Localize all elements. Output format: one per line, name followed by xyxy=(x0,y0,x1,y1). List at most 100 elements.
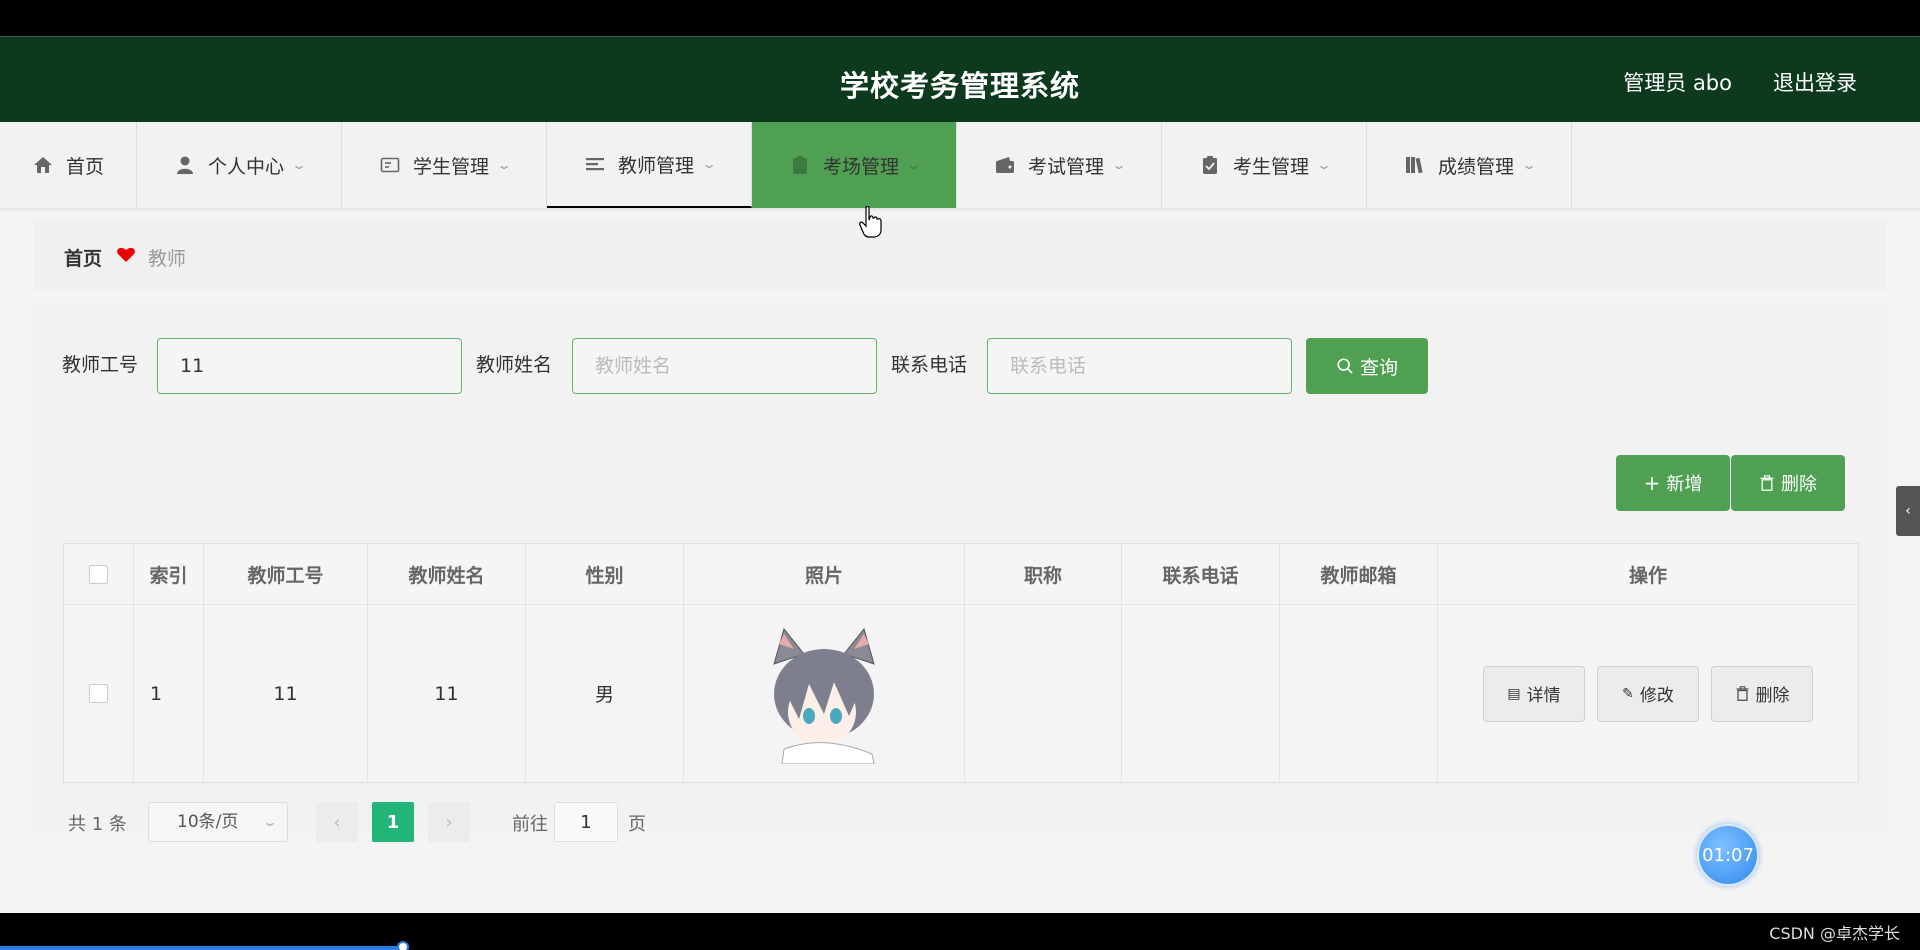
phone-cell xyxy=(1122,605,1280,782)
photo-cell xyxy=(684,605,965,782)
page-number-button[interactable]: 1 xyxy=(372,802,414,842)
nav-label: 学生管理 xyxy=(412,155,489,178)
detail-button[interactable]: ▤ 详情 xyxy=(1483,665,1585,722)
nav-item-exam-management[interactable]: 考试管理 ⌄ xyxy=(957,122,1162,208)
nav-label: 个人中心 xyxy=(207,155,284,178)
chevron-down-icon: ⌄ xyxy=(905,158,923,172)
id-card-icon xyxy=(380,157,400,173)
books-icon xyxy=(1405,157,1423,174)
add-button[interactable]: + 新增 xyxy=(1616,455,1730,511)
video-progress-bar[interactable] xyxy=(0,946,404,950)
query-label: 查询 xyxy=(1359,356,1398,379)
phone-label: 联系电话 xyxy=(891,354,968,376)
trash-icon xyxy=(1736,686,1748,701)
heart-icon xyxy=(117,247,135,262)
side-collapse-tab[interactable]: ‹ xyxy=(1896,486,1920,536)
nav-label: 教师管理 xyxy=(617,154,694,177)
select-all-cell xyxy=(64,544,134,604)
teacher-name-label: 教师姓名 xyxy=(476,354,553,376)
column-header: 照片 xyxy=(684,544,965,604)
video-progress-handle[interactable] xyxy=(397,941,410,950)
edit-label: 修改 xyxy=(1639,686,1674,706)
nav-label: 首页 xyxy=(65,155,104,178)
teacher-name-cell: 11 xyxy=(368,605,526,782)
nav-item-student-management[interactable]: 学生管理 ⌄ xyxy=(342,122,547,208)
nav-item-score-management[interactable]: 成绩管理 ⌄ xyxy=(1367,122,1572,208)
row-select-cell xyxy=(64,605,134,782)
column-header: 教师邮箱 xyxy=(1280,544,1438,604)
table-row: 1 11 11 男 ▤ 详情 ✎ 修改 删除 xyxy=(64,605,1858,782)
app-screen: 学校考务管理系统 管理员 abo 退出登录 首页 个人中心 ⌄ 学生管理 ⌄ 教… xyxy=(0,36,1920,913)
chevron-right-icon: › xyxy=(445,811,453,833)
index-cell: 1 xyxy=(134,605,204,782)
column-header: 操作 xyxy=(1628,564,1667,587)
prev-page-button[interactable]: ‹ xyxy=(316,802,358,842)
column-header: 索引 xyxy=(134,544,204,604)
title-cell xyxy=(965,605,1122,782)
page-size-select[interactable]: 10条/页 ⌄ xyxy=(148,802,288,842)
teacher-id-input[interactable] xyxy=(157,338,462,394)
add-label: 新增 xyxy=(1666,474,1703,495)
checklist-icon xyxy=(1202,156,1217,174)
teacher-photo xyxy=(754,623,894,764)
column-header: 教师姓名 xyxy=(368,544,526,604)
logout-link[interactable]: 退出登录 xyxy=(1773,67,1857,97)
content-panel: 教师工号 教师姓名 联系电话 查询 + 新增 删除 索引 教师工号 教师姓名 性… xyxy=(34,302,1886,832)
breadcrumb-home[interactable]: 首页 xyxy=(64,244,102,271)
document-icon: ▤ xyxy=(1507,685,1521,702)
chevron-down-icon: ⌄ xyxy=(261,815,279,829)
nav-item-personal-center[interactable]: 个人中心 ⌄ xyxy=(137,122,342,208)
chevron-down-icon: ⌄ xyxy=(1520,158,1538,172)
gender-cell: 男 xyxy=(526,605,684,782)
select-all-checkbox[interactable] xyxy=(89,564,108,584)
search-icon xyxy=(1337,358,1353,374)
chevron-left-icon: ‹ xyxy=(333,811,341,833)
teacher-name-input[interactable] xyxy=(572,338,877,394)
main-nav: 首页 个人中心 ⌄ 学生管理 ⌄ 教师管理 ⌄ 考场管理 ⌄ 考试管理 ⌄ 考生… xyxy=(0,122,1920,208)
list-icon xyxy=(585,158,604,171)
goto-page-input[interactable] xyxy=(554,802,618,842)
email-cell xyxy=(1280,605,1438,782)
teacher-table: 索引 教师工号 教师姓名 性别 照片 职称 联系电话 教师邮箱 操作 1 11 … xyxy=(63,543,1859,783)
plus-icon: + xyxy=(1643,471,1661,495)
current-user: 管理员 abo xyxy=(1623,71,1732,95)
edit-button[interactable]: ✎ 修改 xyxy=(1597,665,1699,722)
nav-label: 成绩管理 xyxy=(1437,155,1514,178)
total-count: 共 1 条 xyxy=(68,814,127,835)
query-button[interactable]: 查询 xyxy=(1306,338,1428,394)
batch-delete-button[interactable]: 删除 xyxy=(1731,455,1845,511)
page-size-value: 10条/页 xyxy=(177,812,239,832)
column-header: 联系电话 xyxy=(1122,544,1280,604)
column-header: 教师工号 xyxy=(204,544,368,604)
chevron-down-icon: ⌄ xyxy=(1315,158,1333,172)
trash-icon xyxy=(1760,475,1774,491)
recording-timer: 01:07 xyxy=(1697,824,1759,886)
breadcrumb-current: 教师 xyxy=(148,248,187,270)
chevron-left-icon: ‹ xyxy=(1905,503,1911,519)
delete-button[interactable]: 删除 xyxy=(1711,665,1813,722)
phone-input[interactable] xyxy=(987,338,1292,394)
chevron-down-icon: ⌄ xyxy=(1110,158,1128,172)
nav-label: 考生管理 xyxy=(1232,155,1309,178)
wallet-icon xyxy=(995,157,1014,173)
nav-item-candidate-management[interactable]: 考生管理 ⌄ xyxy=(1162,122,1367,208)
table-header: 索引 教师工号 教师姓名 性别 照片 职称 联系电话 教师邮箱 操作 xyxy=(64,544,1858,605)
home-icon xyxy=(33,157,52,173)
teacher-id-cell: 11 xyxy=(204,605,368,782)
chevron-down-icon: ⌄ xyxy=(495,158,513,172)
pagination: 共 1 条 10条/页 ⌄ ‹ 1 › 前往 页 xyxy=(34,802,734,842)
delete-label: 删除 xyxy=(1755,686,1790,706)
top-header: 学校考务管理系统 管理员 abo 退出登录 xyxy=(0,36,1920,122)
nav-item-home[interactable]: 首页 xyxy=(0,122,137,208)
row-checkbox[interactable] xyxy=(89,684,108,703)
video-bottom-bar xyxy=(0,913,1920,950)
detail-label: 详情 xyxy=(1526,686,1561,706)
nav-item-exam-room-management[interactable]: 考场管理 ⌄ xyxy=(752,122,957,208)
nav-label: 考试管理 xyxy=(1027,155,1104,178)
nav-item-teacher-management[interactable]: 教师管理 ⌄ xyxy=(547,122,752,208)
breadcrumb: 首页 教师 xyxy=(34,220,1886,290)
page-suffix: 页 xyxy=(628,814,646,835)
column-header: 职称 xyxy=(965,544,1122,604)
clipboard-icon xyxy=(792,156,807,174)
next-page-button[interactable]: › xyxy=(428,802,470,842)
